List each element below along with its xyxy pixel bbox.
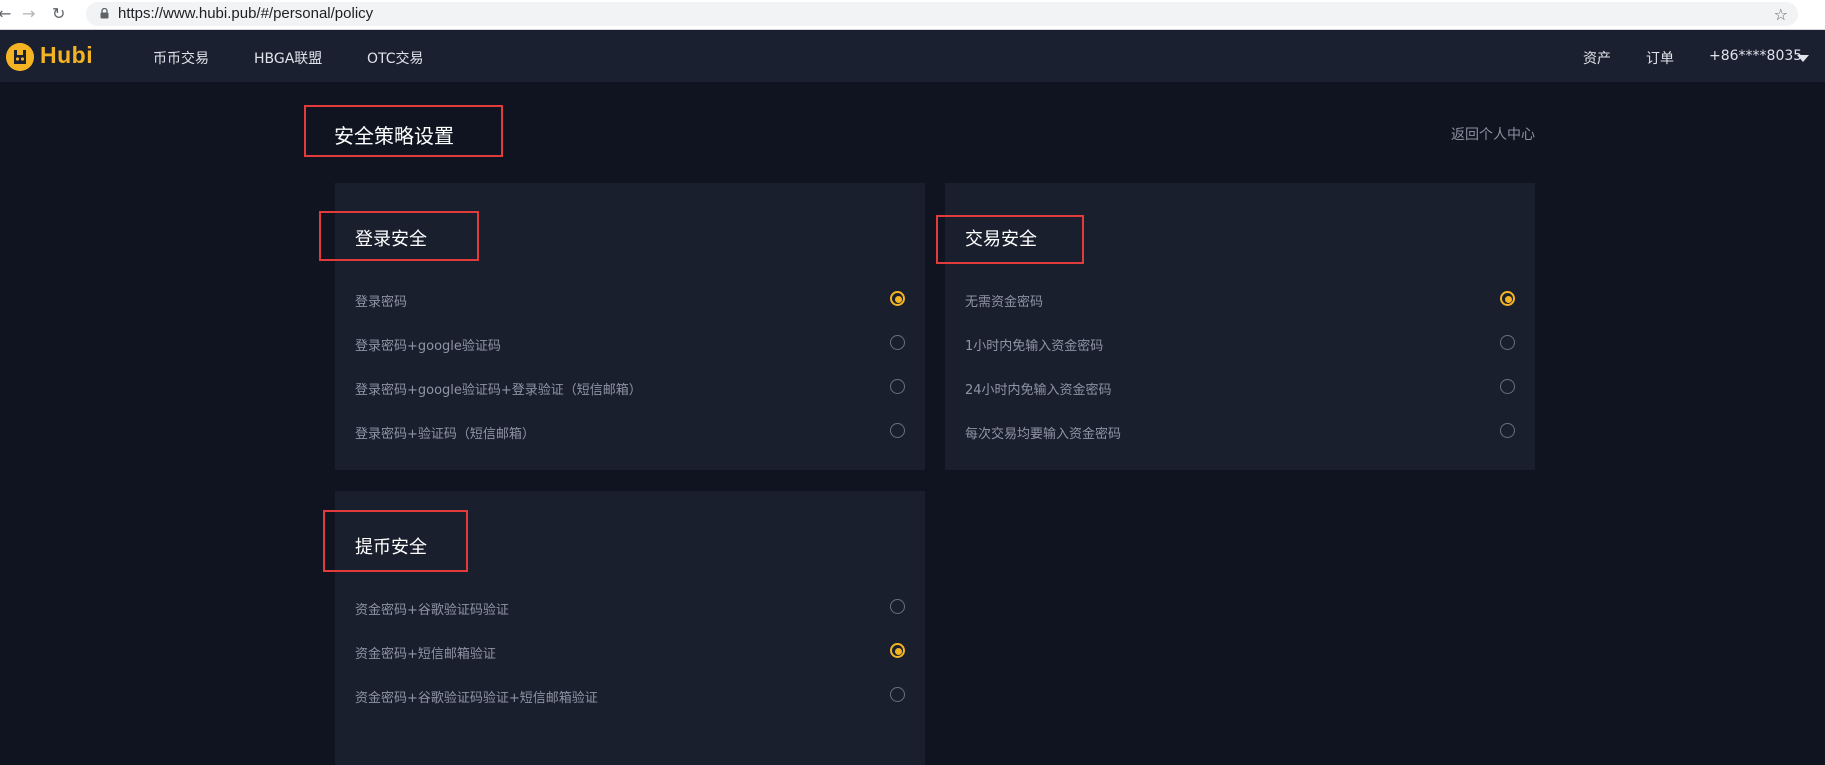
trade-option-every-trade[interactable]: 每次交易均要输入资金密码: [965, 421, 1515, 443]
option-label: 资金密码+谷歌验证码验证+短信邮箱验证: [355, 691, 598, 706]
radio-button-selected[interactable]: [1500, 291, 1515, 306]
trade-option-24-hours[interactable]: 24小时内免输入资金密码: [965, 377, 1515, 399]
nav-spot-trading[interactable]: 币币交易: [153, 48, 209, 68]
option-label: 资金密码+谷歌验证码验证: [355, 603, 509, 618]
nav-hbga-alliance[interactable]: HBGA联盟: [254, 48, 322, 68]
option-label: 登录密码+google验证码: [355, 339, 501, 354]
account-phone[interactable]: +86****8035: [1709, 48, 1802, 64]
radio-button-selected[interactable]: [890, 643, 905, 658]
address-bar[interactable]: https://www.hubi.pub/#/personal/policy ☆: [86, 2, 1798, 26]
chevron-down-icon[interactable]: [1797, 55, 1809, 62]
radio-button[interactable]: [890, 687, 905, 702]
option-label: 无需资金密码: [965, 295, 1044, 310]
option-label: 1小时内免输入资金密码: [965, 339, 1104, 354]
nav-assets[interactable]: 资产: [1583, 48, 1611, 68]
forward-arrow-icon[interactable]: →: [22, 5, 35, 23]
withdraw-option-sms-email[interactable]: 资金密码+短信邮箱验证: [355, 641, 905, 663]
option-label: 登录密码+验证码（短信邮箱）: [355, 427, 535, 442]
radio-button[interactable]: [890, 599, 905, 614]
radio-button[interactable]: [1500, 335, 1515, 350]
reload-icon[interactable]: ↻: [52, 5, 65, 23]
radio-button-selected[interactable]: [890, 291, 905, 306]
login-option-password-google[interactable]: 登录密码+google验证码: [355, 333, 905, 355]
login-option-password[interactable]: 登录密码: [355, 289, 905, 311]
option-label: 24小时内免输入资金密码: [965, 383, 1112, 398]
option-label: 每次交易均要输入资金密码: [965, 427, 1122, 442]
back-arrow-icon[interactable]: ←: [0, 5, 11, 23]
lock-icon: [100, 8, 109, 19]
trade-option-no-fund-password[interactable]: 无需资金密码: [965, 289, 1515, 311]
brand-name: Hubi: [40, 42, 94, 68]
url-text[interactable]: https://www.hubi.pub/#/personal/policy: [118, 5, 373, 22]
withdraw-option-google-sms-email[interactable]: 资金密码+谷歌验证码验证+短信邮箱验证: [355, 685, 905, 707]
login-option-password-google-login-verify[interactable]: 登录密码+google验证码+登录验证（短信邮箱）: [355, 377, 905, 399]
radio-button[interactable]: [890, 379, 905, 394]
nav-orders[interactable]: 订单: [1646, 48, 1674, 68]
trade-option-1-hour[interactable]: 1小时内免输入资金密码: [965, 333, 1515, 355]
annotation-box-trade-security: [936, 215, 1084, 264]
option-label: 资金密码+短信邮箱验证: [355, 647, 496, 662]
nav-otc-trading[interactable]: OTC交易: [367, 48, 424, 68]
back-to-personal-center-link[interactable]: 返回个人中心: [1451, 124, 1535, 144]
radio-button[interactable]: [890, 335, 905, 350]
annotation-box-page-title: [304, 105, 503, 157]
browser-toolbar: ← → ↻ https://www.hubi.pub/#/personal/po…: [0, 0, 1825, 30]
site-header: Hubi 币币交易 HBGA联盟 OTC交易 资产 订单 +86****8035: [0, 30, 1825, 82]
annotation-box-withdraw-security: [323, 510, 468, 572]
bookmark-star-icon[interactable]: ☆: [1774, 5, 1788, 24]
withdraw-option-google[interactable]: 资金密码+谷歌验证码验证: [355, 597, 905, 619]
hubi-logo-icon: [6, 43, 34, 71]
radio-button[interactable]: [890, 423, 905, 438]
radio-button[interactable]: [1500, 379, 1515, 394]
annotation-box-login-security: [319, 211, 479, 261]
login-option-password-code[interactable]: 登录密码+验证码（短信邮箱）: [355, 421, 905, 443]
option-label: 登录密码: [355, 295, 408, 310]
option-label: 登录密码+google验证码+登录验证（短信邮箱）: [355, 383, 642, 398]
radio-button[interactable]: [1500, 423, 1515, 438]
